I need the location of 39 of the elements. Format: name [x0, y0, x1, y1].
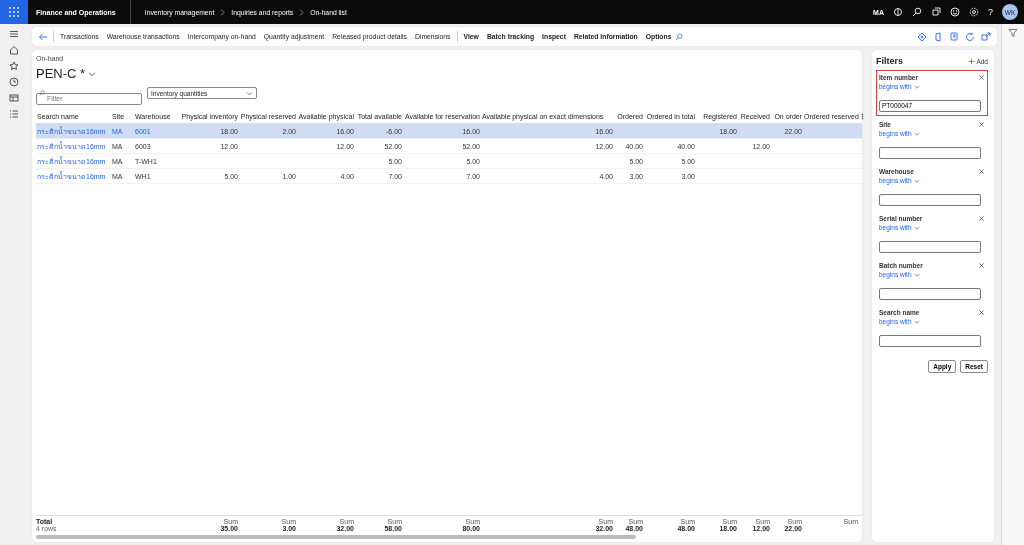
chevron-down-icon[interactable] — [88, 69, 97, 78]
chevron-down-icon — [913, 83, 920, 90]
chevron-down-icon — [913, 318, 920, 325]
filter-input[interactable] — [879, 240, 981, 253]
smiley-icon[interactable] — [950, 7, 960, 17]
filters-title: Filters — [876, 56, 903, 66]
star-icon[interactable] — [9, 61, 19, 71]
filter-input[interactable] — [879, 334, 981, 347]
filter-input[interactable] — [879, 287, 981, 300]
menu-icon[interactable] — [9, 29, 19, 39]
chevron-down-icon — [913, 130, 920, 137]
settings-icon[interactable] — [969, 7, 979, 17]
close-icon[interactable] — [978, 309, 985, 316]
app-launcher-icon[interactable] — [0, 0, 28, 24]
more-options-icon[interactable] — [859, 112, 866, 120]
close-icon[interactable] — [978, 262, 985, 269]
workspace-icon[interactable] — [9, 93, 19, 103]
back-arrow-icon[interactable] — [38, 31, 48, 42]
page-title: PEN-C * — [36, 66, 86, 81]
chevron-down-icon — [246, 89, 253, 97]
diamond-icon[interactable] — [917, 31, 927, 42]
chevron-down-icon — [913, 271, 920, 278]
close-icon[interactable] — [978, 121, 985, 128]
filter-input[interactable] — [879, 146, 981, 159]
filter-input[interactable] — [879, 193, 981, 206]
open-in-new-icon[interactable] — [981, 31, 991, 42]
chevron-right-icon[interactable] — [219, 8, 227, 16]
horizontal-scrollbar[interactable] — [36, 535, 636, 539]
chevron-down-icon — [913, 177, 920, 184]
filter-icon[interactable] — [1008, 28, 1018, 38]
refresh-icon[interactable] — [965, 31, 975, 42]
chevron-right-icon[interactable] — [298, 8, 306, 16]
close-icon[interactable] — [978, 168, 985, 175]
home-icon[interactable] — [9, 45, 19, 55]
chevron-down-icon — [913, 224, 920, 231]
close-icon[interactable] — [978, 74, 985, 81]
close-icon[interactable] — [978, 215, 985, 222]
help-button[interactable]: ? — [988, 7, 993, 17]
clock-icon[interactable] — [9, 77, 19, 87]
